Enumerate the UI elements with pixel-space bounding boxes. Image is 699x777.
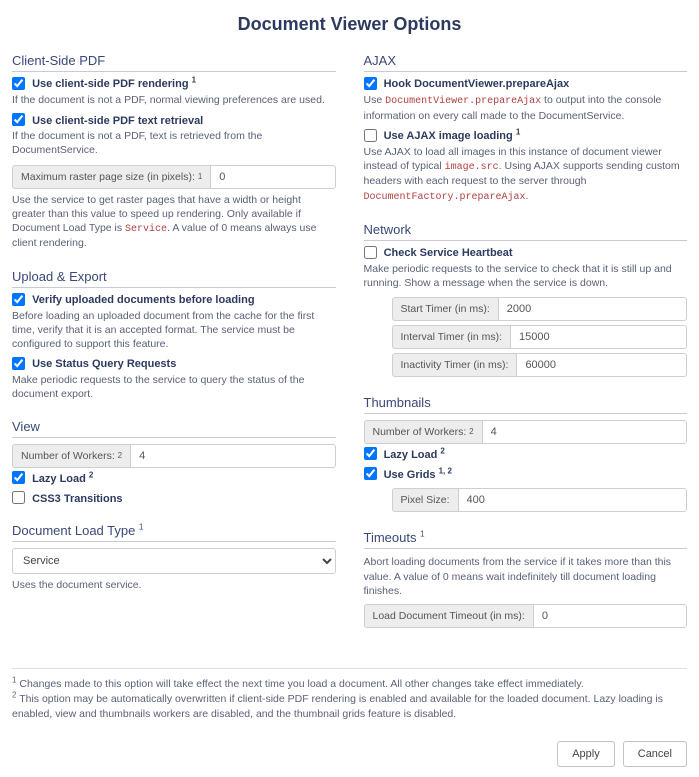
- right-column: AJAX Hook DocumentViewer.prepareAjax Use…: [364, 53, 688, 646]
- css3-transitions[interactable]: CSS3 Transitions: [12, 493, 123, 505]
- section-client-pdf: Client-Side PDF Use client-side PDF rend…: [12, 53, 336, 251]
- section-upload-export: Upload & Export Verify uploaded document…: [12, 269, 336, 402]
- use-status-query-checkbox[interactable]: [12, 357, 25, 370]
- section-heading: View: [12, 419, 336, 438]
- pixel-size-field: Pixel Size:: [392, 488, 688, 512]
- section-heading: Client-Side PDF: [12, 53, 336, 72]
- field-label: Inactivity Timer (in ms):: [392, 353, 517, 377]
- opt-label: Check Service Heartbeat: [384, 247, 513, 259]
- thumb-workers-input[interactable]: [482, 420, 687, 444]
- use-ajax-image-loading[interactable]: Use AJAX image loading 1: [364, 130, 521, 142]
- verify-uploaded[interactable]: Verify uploaded documents before loading: [12, 294, 255, 306]
- inactivity-timer-input[interactable]: [516, 353, 687, 377]
- view-lazy-load[interactable]: Lazy Load 2: [12, 473, 93, 485]
- section-heading: Thumbnails: [364, 395, 688, 414]
- opt-label: Use Grids 1, 2: [384, 469, 452, 481]
- use-client-pdf-rendering-checkbox[interactable]: [12, 77, 25, 90]
- pixel-size-input[interactable]: [458, 488, 687, 512]
- section-heading: Upload & Export: [12, 269, 336, 288]
- opt-label: Use client-side PDF text retrieval: [32, 115, 203, 127]
- opt-label: Use client-side PDF rendering 1: [32, 78, 196, 90]
- section-heading: Document Load Type 1: [12, 523, 336, 542]
- code-text: Service: [125, 224, 167, 235]
- hook-prepare-ajax-checkbox[interactable]: [364, 77, 377, 90]
- start-timer-input[interactable]: [498, 297, 687, 321]
- section-heading: AJAX: [364, 53, 688, 72]
- field-label: Maximum raster page size (in pixels): 1: [12, 165, 210, 189]
- opt-label: Lazy Load 2: [384, 449, 445, 461]
- section-ajax: AJAX Hook DocumentViewer.prepareAjax Use…: [364, 53, 688, 204]
- footnote-2: 2 This option may be automatically overw…: [12, 692, 687, 722]
- opt-label: Use AJAX image loading 1: [384, 130, 521, 142]
- opt-desc: Abort loading documents from the service…: [364, 555, 688, 598]
- opt-desc: Use DocumentViewer.prepareAjax to output…: [364, 93, 688, 123]
- page-title: Document Viewer Options: [12, 14, 687, 35]
- view-workers-field: Number of Workers: 2: [12, 444, 336, 468]
- opt-desc: Use the service to get raster pages that…: [12, 193, 336, 251]
- thumb-lazy-load[interactable]: Lazy Load 2: [364, 449, 445, 461]
- code-text: image.src: [445, 162, 499, 173]
- opt-desc: Uses the document service.: [12, 578, 336, 592]
- opt-label: Lazy Load 2: [32, 473, 93, 485]
- left-column: Client-Side PDF Use client-side PDF rend…: [12, 53, 336, 646]
- interval-timer-input[interactable]: [510, 325, 687, 349]
- thumb-workers-field: Number of Workers: 2: [364, 420, 688, 444]
- css3-transitions-checkbox[interactable]: [12, 491, 25, 504]
- opt-desc: Use AJAX to load all images in this inst…: [364, 145, 688, 204]
- code-text: DocumentFactory.prepareAjax: [364, 192, 526, 203]
- view-lazy-load-checkbox[interactable]: [12, 471, 25, 484]
- max-raster-field: Maximum raster page size (in pixels): 1: [12, 165, 336, 189]
- opt-label: Hook DocumentViewer.prepareAjax: [384, 78, 570, 90]
- footnote-1: 1 Changes made to this option will take …: [12, 677, 687, 692]
- button-bar: Apply Cancel: [12, 741, 687, 767]
- section-view: View Number of Workers: 2 Lazy Load 2 CS…: [12, 419, 336, 505]
- apply-button[interactable]: Apply: [557, 741, 615, 767]
- check-service-heartbeat-checkbox[interactable]: [364, 246, 377, 259]
- section-heading: Timeouts 1: [364, 530, 688, 549]
- hook-prepare-ajax[interactable]: Hook DocumentViewer.prepareAjax: [364, 78, 570, 90]
- interval-timer-field: Interval Timer (in ms):: [392, 325, 688, 349]
- use-client-pdf-text-checkbox[interactable]: [12, 113, 25, 126]
- section-timeouts: Timeouts 1 Abort loading documents from …: [364, 530, 688, 628]
- opt-label: Verify uploaded documents before loading: [32, 294, 254, 306]
- use-client-pdf-text[interactable]: Use client-side PDF text retrieval: [12, 115, 203, 127]
- cancel-button[interactable]: Cancel: [623, 741, 687, 767]
- load-doc-timeout-input[interactable]: [533, 604, 687, 628]
- load-doc-timeout-field: Load Document Timeout (in ms):: [364, 604, 688, 628]
- section-network: Network Check Service Heartbeat Make per…: [364, 222, 688, 377]
- view-workers-input[interactable]: [130, 444, 335, 468]
- max-raster-input[interactable]: [210, 165, 335, 189]
- field-label: Pixel Size:: [392, 488, 458, 512]
- check-service-heartbeat[interactable]: Check Service Heartbeat: [364, 247, 513, 259]
- field-label: Number of Workers: 2: [12, 444, 130, 468]
- start-timer-field: Start Timer (in ms):: [392, 297, 688, 321]
- verify-uploaded-checkbox[interactable]: [12, 293, 25, 306]
- field-label: Load Document Timeout (in ms):: [364, 604, 533, 628]
- opt-label: Use Status Query Requests: [32, 358, 176, 370]
- opt-desc: Before loading an uploaded document from…: [12, 309, 336, 352]
- opt-desc: Make periodic requests to the service to…: [364, 262, 688, 290]
- thumb-use-grids-checkbox[interactable]: [364, 467, 377, 480]
- field-label: Start Timer (in ms):: [392, 297, 498, 321]
- section-heading: Network: [364, 222, 688, 241]
- use-status-query[interactable]: Use Status Query Requests: [12, 358, 176, 370]
- code-text: DocumentViewer.prepareAjax: [385, 96, 541, 107]
- doc-load-type-select[interactable]: Service: [12, 548, 336, 574]
- field-label: Number of Workers: 2: [364, 420, 482, 444]
- opt-label: CSS3 Transitions: [32, 493, 122, 505]
- use-ajax-image-loading-checkbox[interactable]: [364, 129, 377, 142]
- thumb-use-grids[interactable]: Use Grids 1, 2: [364, 469, 452, 481]
- field-label: Interval Timer (in ms):: [392, 325, 511, 349]
- footnotes: 1 Changes made to this option will take …: [12, 668, 687, 723]
- thumb-lazy-load-checkbox[interactable]: [364, 447, 377, 460]
- use-client-pdf-rendering[interactable]: Use client-side PDF rendering 1: [12, 78, 196, 90]
- opt-desc: If the document is not a PDF, normal vie…: [12, 93, 336, 107]
- opt-desc: If the document is not a PDF, text is re…: [12, 129, 336, 157]
- opt-desc: Make periodic requests to the service to…: [12, 373, 336, 401]
- section-thumbnails: Thumbnails Number of Workers: 2 Lazy Loa…: [364, 395, 688, 512]
- section-doc-load-type: Document Load Type 1 Service Uses the do…: [12, 523, 336, 592]
- inactivity-timer-field: Inactivity Timer (in ms):: [392, 353, 688, 377]
